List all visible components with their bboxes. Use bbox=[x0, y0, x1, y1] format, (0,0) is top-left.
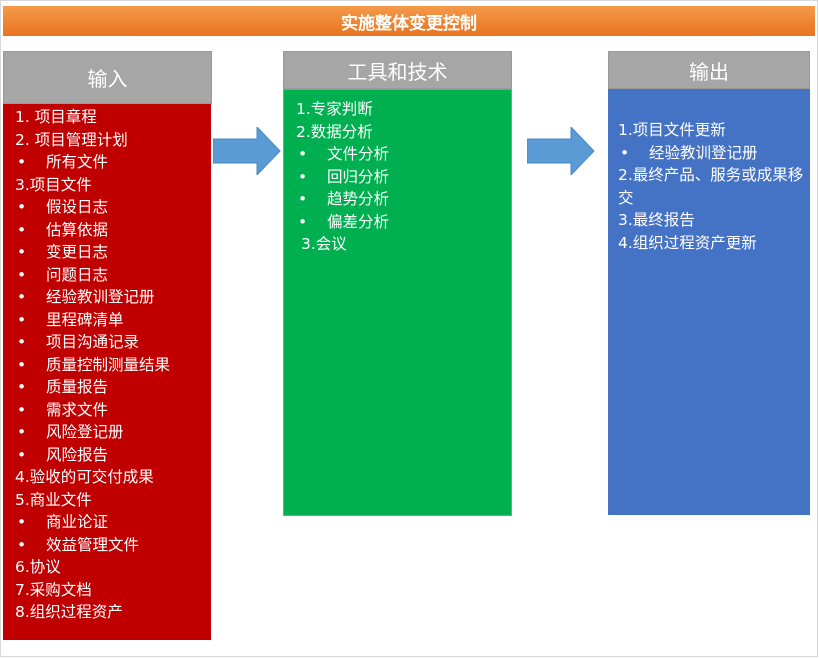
list-item-text: 估算依据 bbox=[46, 220, 109, 239]
list-item: • 需求文件 bbox=[15, 399, 211, 422]
list-item-text: 经验教训登记册 bbox=[46, 288, 155, 306]
list-item-text: 商业论证 bbox=[46, 513, 109, 531]
bullet-icon: • bbox=[17, 423, 27, 441]
list-item: • 假设日志 bbox=[15, 196, 211, 219]
list-item: 3.项目文件 bbox=[15, 175, 92, 194]
list-item: • 问题日志 bbox=[15, 264, 211, 287]
bullet-icon: • bbox=[17, 445, 27, 464]
tools-header: 工具和技术 bbox=[283, 51, 512, 89]
list-item: • 文件分析 bbox=[296, 143, 511, 166]
list-item-text: 所有文件 bbox=[46, 153, 109, 171]
list-item-text: 效益管理文件 bbox=[46, 535, 140, 554]
bullet-icon: • bbox=[17, 333, 27, 351]
bullet-icon: • bbox=[17, 513, 27, 531]
list-item: 4.组织过程资产更新 bbox=[618, 233, 757, 252]
diagram-title: 实施整体变更控制 bbox=[3, 6, 815, 36]
list-item: 2.最终产品、服务或成果移交 bbox=[618, 166, 804, 207]
list-item: • 风险登记册 bbox=[15, 421, 211, 444]
list-item-text: 项目沟通记录 bbox=[46, 333, 140, 351]
right-arrow-icon bbox=[527, 127, 595, 175]
list-item: • 风险报告 bbox=[15, 444, 211, 467]
list-item: • 趋势分析 bbox=[296, 188, 511, 211]
list-item: • 项目沟通记录 bbox=[15, 331, 211, 354]
list-item: 7.采购文档 bbox=[15, 580, 92, 599]
list-item: 1.项目文件更新 bbox=[618, 121, 726, 139]
bullet-icon: • bbox=[298, 167, 308, 186]
list-item: • 回归分析 bbox=[296, 166, 511, 189]
bullet-icon: • bbox=[620, 143, 630, 162]
bullet-icon: • bbox=[298, 190, 308, 208]
bullet-icon: • bbox=[17, 400, 27, 419]
list-item: • 商业论证 bbox=[15, 511, 211, 534]
bullet-icon: • bbox=[17, 535, 27, 554]
bullet-icon: • bbox=[17, 355, 27, 374]
list-item: 1.专家判断 bbox=[296, 100, 373, 118]
list-item: 1. 项目章程 bbox=[15, 108, 97, 126]
list-item-text: 需求文件 bbox=[46, 400, 109, 419]
bullet-icon: • bbox=[17, 198, 27, 216]
input-header: 输入 bbox=[3, 51, 212, 104]
tools-list: 1.专家判断 2.数据分析 • 文件分析 • 回归分析 • 趋势分析 • 偏差分析 3.会议 bbox=[283, 89, 512, 516]
list-item: 6.协议 bbox=[15, 558, 61, 576]
list-item: 4.验收的可交付成果 bbox=[15, 468, 154, 486]
list-item-text: 经验教训登记册 bbox=[649, 143, 758, 162]
list-item-text: 变更日志 bbox=[46, 243, 109, 261]
bullet-icon: • bbox=[298, 212, 308, 231]
list-item: 2. 项目管理计划 bbox=[15, 130, 128, 149]
output-list: 1.项目文件更新 • 经验教训登记册 2.最终产品、服务或成果移交 3.最终报告 4.组织… bbox=[608, 89, 810, 515]
list-item: 3.会议 bbox=[301, 235, 347, 253]
list-item: • 变更日志 bbox=[15, 241, 211, 264]
list-item-text: 偏差分析 bbox=[327, 212, 390, 231]
list-item-text: 趋势分析 bbox=[327, 190, 390, 208]
list-item-text: 里程碑清单 bbox=[46, 310, 124, 329]
list-item: 8.组织过程资产 bbox=[15, 603, 123, 621]
output-header: 输出 bbox=[608, 51, 810, 89]
input-list: 1. 项目章程 2. 项目管理计划 • 所有文件 3.项目文件 • 假设日志 • 估算依据 • 变更… bbox=[3, 104, 211, 640]
list-item: • 经验教训登记册 bbox=[618, 142, 804, 165]
list-item: • 所有文件 bbox=[15, 151, 211, 174]
bullet-icon: • bbox=[17, 378, 27, 396]
list-item-text: 风险登记册 bbox=[46, 423, 124, 441]
list-item: • 里程碑清单 bbox=[15, 309, 211, 332]
diagram-frame: 实施整体变更控制 输入 1. 项目章程 2. 项目管理计划 • 所有文件 3.项目文件 •… bbox=[0, 0, 818, 657]
list-item: • 估算依据 bbox=[15, 219, 211, 242]
bullet-icon: • bbox=[298, 145, 308, 163]
list-item: • 质量控制测量结果 bbox=[15, 354, 211, 377]
list-item: • 经验教训登记册 bbox=[15, 286, 211, 309]
bullet-icon: • bbox=[17, 220, 27, 239]
list-item-text: 回归分析 bbox=[327, 167, 390, 186]
list-item: • 偏差分析 bbox=[296, 211, 511, 234]
list-item-text: 文件分析 bbox=[327, 145, 390, 163]
list-item: 3.最终报告 bbox=[618, 211, 695, 229]
bullet-icon: • bbox=[17, 265, 27, 284]
list-item-text: 质量报告 bbox=[46, 378, 109, 396]
list-item-text: 假设日志 bbox=[46, 198, 109, 216]
bullet-icon: • bbox=[17, 310, 27, 329]
list-item-text: 风险报告 bbox=[46, 445, 109, 464]
list-item-text: 问题日志 bbox=[46, 265, 109, 284]
list-item-text: 质量控制测量结果 bbox=[46, 355, 171, 374]
bullet-icon: • bbox=[17, 243, 27, 261]
list-item: • 效益管理文件 bbox=[15, 534, 211, 557]
bullet-icon: • bbox=[17, 153, 27, 171]
list-item: • 质量报告 bbox=[15, 376, 211, 399]
list-item: 5.商业文件 bbox=[15, 490, 92, 509]
list-item: 2.数据分析 bbox=[296, 122, 373, 141]
right-arrow-icon bbox=[213, 127, 281, 175]
bullet-icon: • bbox=[17, 288, 27, 306]
